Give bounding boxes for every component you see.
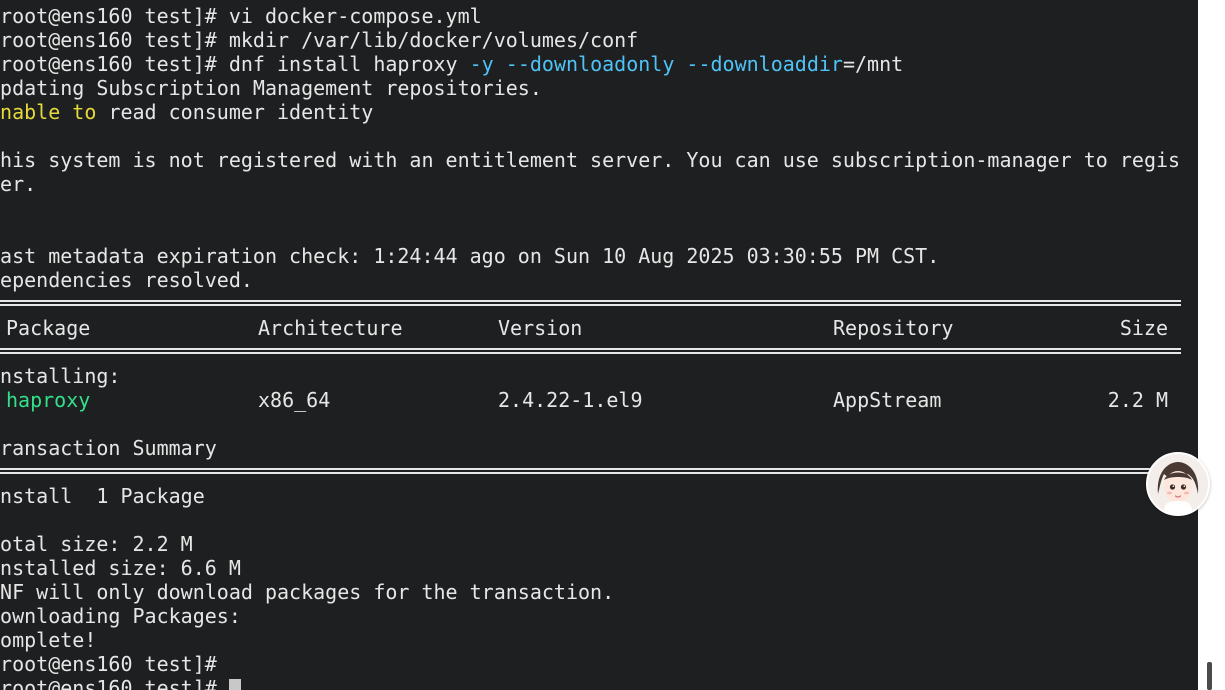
table-header: Package Architecture Version Repository … [0, 316, 1198, 340]
terminal-line: [root@ens160 test]# mkdir /var/lib/docke… [0, 28, 639, 52]
terminal-line: Install 1 Package [0, 484, 205, 508]
flag-downloaddir: --downloaddir [686, 52, 843, 76]
command-text: [root@ens160 test]# dnf install haproxy [0, 52, 470, 76]
terminal-line: Transaction Summary [0, 436, 217, 460]
terminal-line: Updating Subscription Management reposit… [0, 76, 542, 100]
terminal-line: [root@ens160 test]# [0, 652, 217, 676]
warning-word-to: to [72, 100, 97, 124]
avatar-face-icon [1148, 454, 1208, 514]
terminal-line: This system is not registered with an en… [0, 148, 1181, 172]
terminal-line: Last metadata expiration check: 1:24:44 … [0, 244, 940, 268]
cell-package: haproxy [6, 388, 91, 412]
terminal-line: [root@ens160 test]# vi docker-compose.ym… [0, 4, 482, 28]
dir-value: =/mnt [842, 52, 904, 76]
terminal-line: DNF will only download packages for the … [0, 580, 615, 604]
flag-y: -y [469, 52, 494, 76]
cell-arch: x86_64 [258, 388, 331, 412]
separator-double [0, 340, 1198, 364]
vertical-scrollbar[interactable] [1198, 0, 1225, 690]
separator-double [0, 292, 1198, 316]
header-version: Version [498, 316, 583, 340]
assistant-avatar-icon[interactable] [1146, 452, 1210, 516]
terminal-line: Complete! [0, 628, 97, 652]
terminal-line: Installing: [0, 364, 121, 388]
dnf-command-line: [root@ens160 test]# dnf install haproxy … [0, 52, 1198, 76]
terminal-line: ter. [0, 172, 37, 196]
terminal-line: Total size: 2.2 M [0, 532, 193, 556]
warning-rest: read consumer identity [108, 100, 374, 124]
scrollbar-thumb[interactable] [1207, 662, 1212, 690]
cell-version: 2.4.22-1.el9 [498, 388, 643, 412]
header-repository: Repository [833, 316, 954, 340]
cell-repo: AppStream [833, 388, 942, 412]
terminal-line: Downloading Packages: [0, 604, 241, 628]
warning-word-unable: Unable [0, 100, 61, 124]
text-cursor [228, 679, 241, 690]
cell-size: 2.2 M [1107, 388, 1168, 412]
header-size: Size [1119, 316, 1168, 340]
terminal-window[interactable]: [root@ens160 test]# vi docker-compose.ym… [0, 0, 1198, 690]
header-architecture: Architecture [258, 316, 403, 340]
flag-downloadonly: --downloadonly [505, 52, 675, 76]
header-package: Package [6, 316, 91, 340]
prompt-text: [root@ens160 test]# [0, 676, 229, 690]
warning-line: Unable to read consumer identity [0, 100, 1198, 124]
table-row: haproxy x86_64 2.4.22-1.el9 AppStream 2.… [0, 388, 1198, 412]
terminal-line: Installed size: 6.6 M [0, 556, 241, 580]
separator-double [0, 460, 1198, 484]
terminal-output: [root@ens160 test]# vi docker-compose.ym… [0, 4, 1198, 690]
terminal-line: Dependencies resolved. [0, 268, 253, 292]
prompt-line[interactable]: [root@ens160 test]# [0, 676, 1198, 690]
